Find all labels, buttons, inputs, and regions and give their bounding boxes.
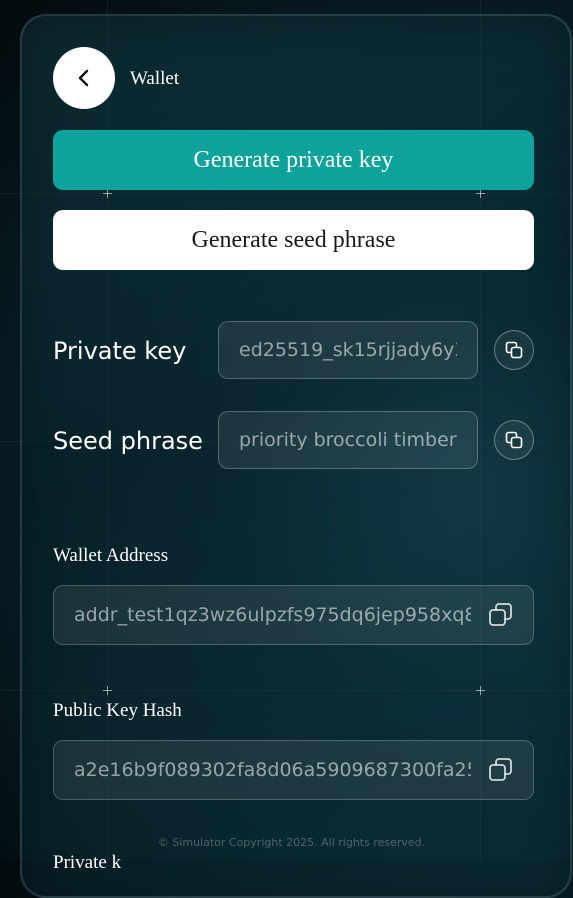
plus-marker-icon bbox=[476, 189, 485, 198]
copy-icon bbox=[489, 603, 512, 626]
private-key-section-label: Private k bbox=[53, 852, 122, 873]
private-key-label: Private key bbox=[53, 337, 187, 365]
public-key-hash-field bbox=[53, 740, 534, 800]
plus-marker-icon bbox=[476, 686, 485, 695]
plus-marker-icon bbox=[103, 189, 112, 198]
wallet-address-input[interactable] bbox=[54, 604, 471, 626]
plus-marker-icon bbox=[103, 686, 112, 695]
back-button[interactable] bbox=[53, 47, 115, 109]
seed-phrase-input[interactable] bbox=[218, 411, 478, 469]
copy-icon bbox=[505, 431, 523, 449]
copy-private-key-button[interactable] bbox=[494, 330, 534, 370]
public-key-hash-label: Public Key Hash bbox=[53, 700, 182, 721]
generate-seed-phrase-button[interactable]: Generate seed phrase bbox=[53, 210, 534, 270]
public-key-hash-input[interactable] bbox=[54, 759, 471, 781]
private-key-input[interactable] bbox=[218, 321, 478, 379]
copyright-footer: © Simulator Copyright 2025. All rights r… bbox=[157, 836, 426, 849]
generate-private-key-button[interactable]: Generate private key bbox=[53, 130, 534, 190]
copy-icon bbox=[505, 341, 523, 359]
copy-seed-phrase-button[interactable] bbox=[494, 420, 534, 460]
wallet-address-field bbox=[53, 585, 534, 645]
wallet-address-label: Wallet Address bbox=[53, 545, 169, 566]
seed-phrase-label: Seed phrase bbox=[53, 427, 203, 455]
chevron-left-icon bbox=[78, 69, 89, 87]
page-title: Wallet bbox=[130, 68, 180, 89]
copy-icon bbox=[489, 758, 512, 781]
copy-public-key-hash-button[interactable] bbox=[477, 746, 525, 794]
copy-wallet-address-button[interactable] bbox=[477, 591, 525, 639]
